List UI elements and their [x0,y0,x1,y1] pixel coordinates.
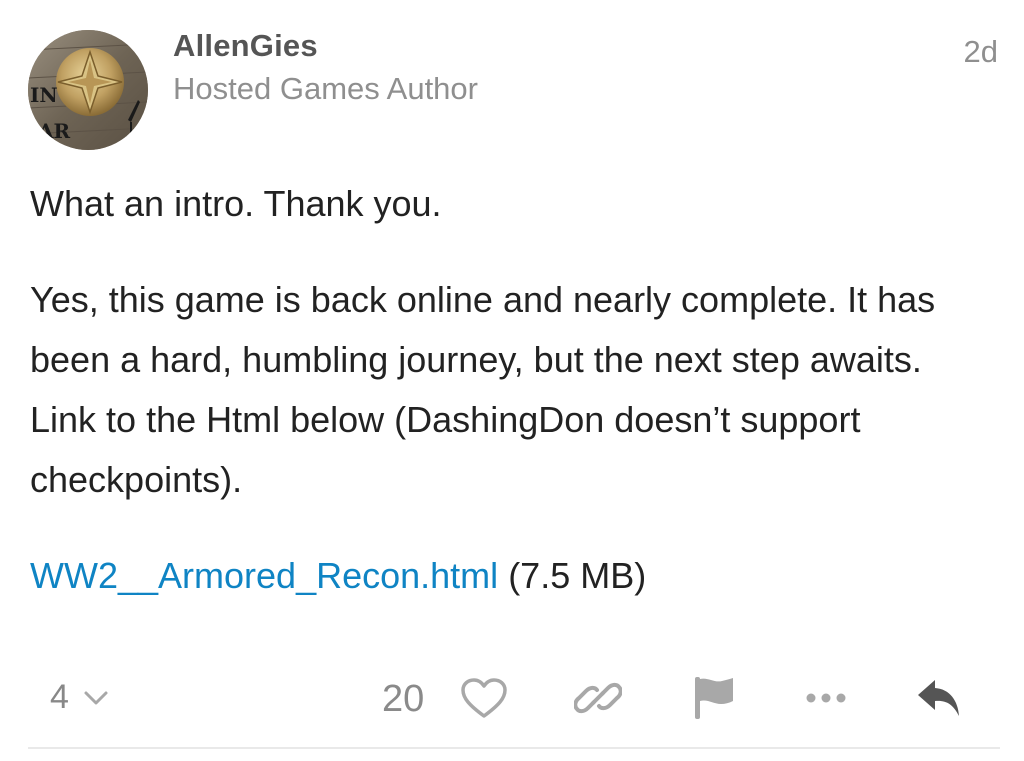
like-button[interactable] [456,670,512,726]
post: IN AR AllenGies Hosted Games Author 2d W… [0,0,1024,761]
author-title: Hosted Games Author [173,71,478,106]
copy-link-button[interactable] [570,670,626,726]
reply-button[interactable] [912,670,968,726]
reply-count: 4 [50,678,69,716]
post-paragraph: Yes, this game is back online and nearly… [30,279,936,500]
reply-arrow-icon [918,680,959,716]
like-count[interactable]: 20 [382,678,424,721]
chevron-down-icon [84,691,108,704]
svg-text:IN: IN [30,83,58,107]
post-body: What an intro. Thank you. Yes, this game… [30,174,990,606]
flag-button[interactable] [686,670,742,726]
ellipsis-icon [806,693,846,703]
author-username[interactable]: AllenGies [173,28,318,64]
post-paragraph: What an intro. Thank you. [30,183,442,224]
avatar[interactable]: IN AR [28,30,148,150]
more-button[interactable] [798,670,854,726]
attachment-size: (7.5 MB) [508,555,647,596]
post-divider [28,747,1000,749]
flag-icon [695,677,733,719]
show-replies-button[interactable]: 4 [50,678,109,717]
link-icon [574,682,622,714]
attachment-link[interactable]: WW2__Armored_Recon.html [30,555,498,596]
svg-text:AR: AR [37,119,71,143]
post-actions: 4 20 [0,670,1024,730]
post-date[interactable]: 2d [964,34,998,70]
attachment: WW2__Armored_Recon.html (7.5 MB) [30,546,990,606]
compass-star-avatar: IN AR [28,30,148,150]
heart-icon [461,678,507,718]
